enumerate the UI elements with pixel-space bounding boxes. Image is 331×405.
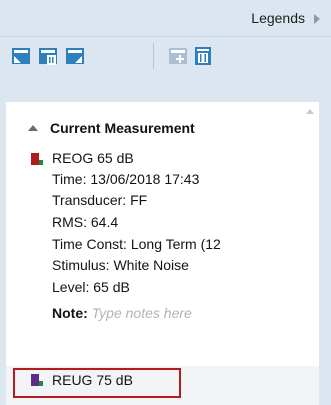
delete-selected-icon[interactable] [38,46,58,66]
note-input[interactable]: Type notes here [92,305,192,321]
note-label: Note: [52,305,88,321]
highlight-box [13,368,181,398]
measurement-color-flag-icon [31,153,43,165]
measurement-time: Time: 13/06/2018 17:43 [52,171,200,187]
select-all-icon[interactable] [11,46,31,66]
scroll-up-icon[interactable] [306,109,314,114]
legends-header: Legends [0,0,331,37]
deselect-icon[interactable] [65,46,85,66]
section-title[interactable]: Current Measurement [50,120,195,136]
legend-toolbar [0,37,331,75]
measurement-name[interactable]: REOG 65 dB [52,150,134,166]
measurement-note: Note: Type notes here [52,305,192,321]
trash-icon[interactable] [193,46,213,66]
measurement-time-const: Time Const: Long Term (12 [52,236,221,252]
measurement-level: Level: 65 dB [52,279,130,295]
measurement-stimulus: Stimulus: White Noise [52,257,189,273]
collapse-triangle-icon[interactable] [28,125,38,131]
measurement-rms: RMS: 64.4 [52,214,119,230]
expand-arrow-icon[interactable] [314,14,320,24]
legends-title[interactable]: Legends [251,10,305,26]
measurement-transducer: Transducer: FF [52,192,148,208]
add-disabled-icon[interactable] [168,46,188,66]
toolbar-separator [153,43,154,69]
